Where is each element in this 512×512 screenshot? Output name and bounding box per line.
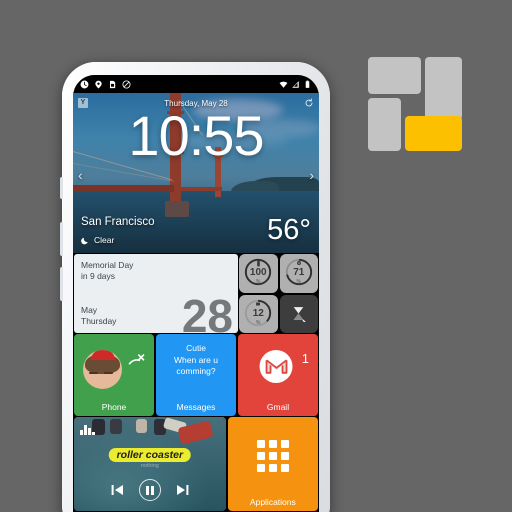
logo-block-top-left (368, 57, 421, 94)
tile-messages[interactable]: Cutie When are u comming? Messages (156, 334, 236, 416)
tile-gmail[interactable]: 1 Gmail (238, 334, 318, 416)
cpu-icon (296, 261, 301, 265)
gmail-unread-badge: 1 (301, 351, 309, 366)
avatar-eye (89, 372, 98, 374)
tile-phone-label: Phone (101, 402, 127, 412)
tile-phone[interactable]: Phone (74, 334, 154, 416)
battery-icon (256, 260, 260, 267)
timer-tile[interactable] (279, 294, 318, 333)
photo-detail (110, 419, 122, 434)
app-grid-icon (256, 440, 289, 472)
battery-icon (305, 80, 310, 88)
tile-applications[interactable]: Applications (227, 417, 318, 511)
tile-applications-label: Applications (249, 497, 296, 507)
wifi-icon (279, 81, 288, 88)
next-track-button[interactable] (176, 484, 189, 496)
music-player-widget[interactable]: roller coaster nothing (74, 417, 226, 511)
storage-gauge[interactable]: 12 % (239, 294, 278, 333)
message-line-1: When are u (174, 354, 218, 365)
pause-button[interactable] (138, 479, 161, 501)
weather-condition-text: Clear (94, 235, 115, 245)
gauge-value: 71 (293, 267, 305, 278)
alarm-icon (80, 80, 89, 88)
weather-next-arrow[interactable]: › (309, 167, 314, 183)
avatar-cap (91, 350, 115, 360)
phone-volume-down-button[interactable] (60, 267, 63, 301)
missed-call-icon (128, 354, 145, 365)
status-bar-left-icons (80, 79, 131, 89)
calendar-month-weekday: May Thursday (81, 305, 116, 327)
system-gauges: 100 % 71 % 12 % (239, 254, 318, 333)
status-bar-right-icons (279, 80, 312, 89)
calendar-gauges-row: Memorial Day in 9 days May Thursday 28 1… (73, 253, 319, 339)
gauge-unit: % (256, 319, 261, 326)
weather-condition-row: Clear (81, 235, 114, 245)
logo-block-bottom-left (368, 98, 401, 151)
bridge-deck (73, 185, 174, 192)
message-sender: Cutie (186, 343, 206, 353)
weather-prev-arrow[interactable]: ‹ (78, 167, 83, 183)
equalizer-icon (80, 423, 95, 435)
track-artist: nothing (140, 463, 159, 469)
bridge-pier (165, 201, 189, 217)
cellular-signal-icon (292, 80, 299, 88)
playback-controls (74, 479, 226, 501)
gauge-value: 12 (252, 307, 264, 319)
clock-time: 10:55 (128, 104, 264, 167)
photo-detail (136, 419, 147, 433)
calendar-event-title: Memorial Day (81, 260, 134, 270)
calendar-event-when: in 9 days (81, 271, 116, 281)
phone-volume-up-button[interactable] (60, 222, 63, 256)
avatar-eye (104, 372, 113, 374)
logo-block-accent (405, 116, 462, 151)
location-icon (95, 80, 102, 88)
previous-track-button[interactable] (111, 484, 124, 496)
storage-icon (256, 302, 261, 305)
logo-block-right (425, 57, 462, 120)
tile-messages-label: Messages (176, 402, 216, 412)
cpu-gauge[interactable]: 71 % (279, 254, 318, 293)
message-preview: Cutie When are u comming? (159, 343, 233, 378)
phone-mute-switch[interactable] (60, 177, 63, 199)
battery-gauge[interactable]: 100 % (239, 254, 278, 293)
do-not-disturb-icon (122, 79, 131, 89)
gauge-unit: % (296, 279, 301, 285)
track-title: roller coaster (108, 448, 192, 462)
sim-card-icon (109, 80, 116, 88)
hourglass-icon (293, 307, 306, 323)
gauge-value: 100 (249, 267, 267, 278)
message-line-2: comming? (176, 366, 216, 376)
weather-widget[interactable]: Y Thursday, May 28 10:55 ‹ › San Francis… (73, 93, 319, 253)
music-applications-row: roller coaster nothing Applications (73, 416, 319, 511)
tile-gmail-label: Gmail (266, 402, 290, 412)
status-bar (73, 75, 319, 93)
calendar-day-number: 28 (181, 290, 233, 342)
calendar-widget[interactable]: Memorial Day in 9 days May Thursday 28 (74, 254, 238, 339)
gauge-unit: % (256, 279, 261, 285)
weather-city: San Francisco (81, 216, 155, 228)
contact-avatar (83, 350, 122, 389)
calendar-weekday: Thursday (81, 316, 117, 326)
gmail-icon (259, 350, 293, 383)
weather-temperature: 56° (267, 214, 311, 246)
bridge-deck (174, 187, 222, 191)
app-tiles-row: Phone Cutie When are u comming? Messages… (73, 334, 319, 416)
phone-screen: Y Thursday, May 28 10:55 ‹ › San Francis… (73, 75, 319, 512)
calendar-month: May (81, 305, 98, 315)
app-logo-watermark (368, 57, 462, 151)
phone-mockup: Y Thursday, May 28 10:55 ‹ › San Francis… (60, 62, 330, 512)
moon-icon (81, 237, 88, 244)
